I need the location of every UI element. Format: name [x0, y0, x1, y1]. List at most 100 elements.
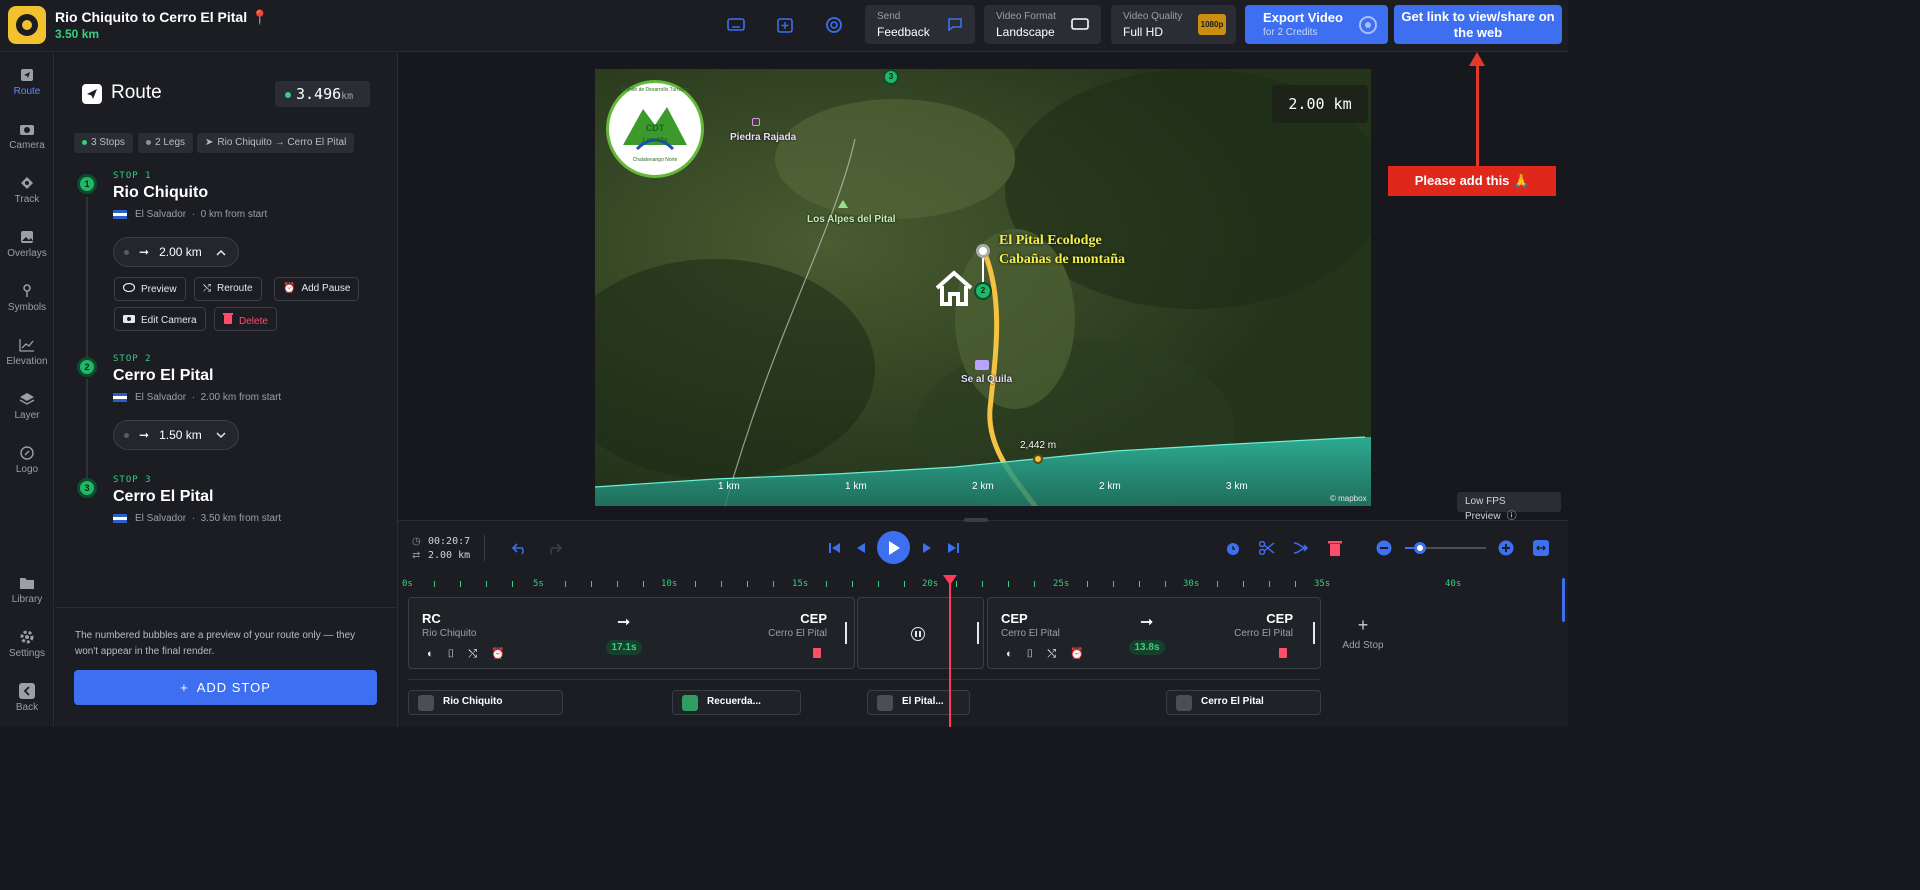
nav-elevation[interactable]: Elevation — [0, 336, 54, 367]
track-item-pin[interactable]: Cerro El Pital — [1166, 690, 1321, 715]
clip-resize-handle[interactable] — [845, 622, 847, 644]
nav-settings[interactable]: Settings — [0, 628, 54, 659]
zoom-slider-thumb[interactable] — [1414, 542, 1426, 554]
nav-camera[interactable]: Camera — [0, 120, 54, 151]
cdt-logo: Comité de Desarrollo Turístico CDT Las A… — [606, 80, 704, 178]
ruler-tick — [773, 581, 774, 587]
zoom-out-icon[interactable] — [1376, 540, 1392, 556]
nav-library[interactable]: Library — [0, 574, 54, 605]
zoom-in-icon[interactable] — [1498, 540, 1514, 556]
clip-from-name: Cerro El Pital — [1001, 628, 1060, 639]
nav-layer[interactable]: Layer — [0, 390, 54, 421]
vertical-scrollbar[interactable] — [1562, 578, 1565, 622]
ruler-tick — [695, 581, 696, 587]
hd-badge-icon: 1080p — [1198, 14, 1226, 35]
playhead-handle[interactable] — [943, 575, 957, 585]
nav-back[interactable]: Back — [0, 682, 54, 713]
current-time: 00:20:7 — [428, 536, 471, 547]
chip-legs: 2 Legs — [138, 133, 194, 153]
nav-overlays-label: Overlays — [7, 248, 47, 259]
step-back-icon[interactable] — [853, 540, 869, 556]
merge-route-icon[interactable] — [1293, 540, 1309, 556]
top-bar: Rio Chiquito to Cerro El Pital 📍 3.50 km… — [0, 0, 1568, 52]
pause-clip[interactable] — [857, 597, 984, 669]
play-button[interactable] — [877, 531, 910, 564]
clip-delete-icon[interactable] — [813, 648, 821, 658]
clip-tool-icons[interactable]: ◐⌷⤭⏰ — [427, 647, 519, 661]
leg-clip-2[interactable]: CEP Cerro El Pital ➞ 13.8s CEP Cerro El … — [987, 597, 1321, 669]
nav-route[interactable]: Route — [0, 66, 54, 97]
add-stop-button[interactable]: + ADD STOP — [74, 670, 377, 705]
ruler-tick — [1295, 581, 1296, 587]
fit-timeline-icon[interactable] — [1533, 540, 1549, 556]
mapbox-attribution[interactable]: © mapbox — [1330, 494, 1367, 503]
ruler-tick — [643, 581, 644, 587]
skip-start-icon[interactable] — [827, 540, 843, 556]
preview-screen-icon[interactable] — [725, 14, 747, 36]
clip-to-code: CEP — [1266, 611, 1293, 626]
add-pause-alarm-icon[interactable] — [1225, 540, 1241, 556]
edit-camera-button[interactable]: Edit Camera — [114, 307, 206, 331]
nav-track[interactable]: Track — [0, 174, 54, 205]
leg-clip-1[interactable]: RC Rio Chiquito ➞ 17.1s CEP Cerro El Pit… — [408, 597, 855, 669]
export-spinner-icon — [1359, 16, 1377, 34]
stop-3-name[interactable]: Cerro El Pital — [113, 488, 213, 506]
undo-icon[interactable] — [512, 540, 528, 556]
track-icon — [0, 174, 54, 192]
app-logo[interactable] — [8, 6, 46, 44]
ruler-label: 5s — [533, 579, 544, 589]
add-frame-icon[interactable] — [774, 14, 796, 36]
help-lifebuoy-icon[interactable] — [823, 14, 845, 36]
send-feedback-button[interactable]: Send Feedback — [865, 5, 975, 44]
resize-handle[interactable] — [964, 518, 988, 522]
map-pin-icon — [976, 244, 990, 258]
ruler-tick — [1113, 581, 1114, 587]
settings-icon — [0, 628, 54, 646]
clock-icon: ◷ — [412, 536, 421, 547]
scissors-icon[interactable] — [1259, 540, 1275, 556]
delete-button[interactable]: Delete — [214, 307, 277, 331]
add-pause-button[interactable]: ⏰ Add Pause — [274, 277, 360, 301]
ruler-tick — [565, 581, 566, 587]
nav-overlays[interactable]: Overlays — [0, 228, 54, 259]
ruler-tick — [1087, 581, 1088, 587]
nav-logo[interactable]: Logo — [0, 444, 54, 475]
nav-track-label: Track — [14, 194, 40, 205]
video-quality-select[interactable]: Video Quality Full HD 1080p — [1111, 5, 1236, 44]
timeline-add-stop[interactable]: + Add Stop — [1341, 616, 1385, 651]
clip-resize-handle[interactable] — [977, 622, 979, 644]
project-title[interactable]: Rio Chiquito to Cerro El Pital 📍 — [55, 9, 268, 26]
skip-end-icon[interactable] — [945, 540, 961, 556]
clip-to-code: CEP — [800, 611, 827, 626]
navigation-arrow-icon: ➤ — [205, 137, 214, 148]
redo-icon[interactable] — [546, 540, 562, 556]
preview-button[interactable]: Preview — [114, 277, 186, 301]
track-item-text[interactable]: Recuerda... — [672, 690, 801, 715]
playhead[interactable] — [949, 580, 951, 727]
elevation-icon — [0, 336, 54, 354]
nav-logo-label: Logo — [15, 464, 39, 475]
map-preview[interactable]: Comité de Desarrollo Turístico CDT Las A… — [595, 69, 1371, 506]
km-tick-label: 1 km — [845, 481, 867, 492]
clip-tool-icons[interactable]: ◐⌷⤭⏰ — [1006, 647, 1098, 661]
step-forward-icon[interactable] — [919, 540, 935, 556]
stop-2-name[interactable]: Cerro El Pital — [113, 367, 213, 385]
nav-layer-label: Layer — [14, 410, 40, 421]
export-video-button[interactable]: Export Video for 2 Credits — [1245, 5, 1388, 44]
track-item-pin[interactable]: Rio Chiquito — [408, 690, 563, 715]
clip-delete-icon[interactable] — [1279, 648, 1287, 658]
delete-icon[interactable] — [1327, 540, 1343, 556]
reroute-button[interactable]: ⤭ Reroute — [194, 277, 262, 301]
track-divider — [408, 679, 1321, 680]
nav-symbols[interactable]: Symbols — [0, 282, 54, 313]
stop-1-name[interactable]: Rio Chiquito — [113, 184, 208, 202]
nav-back-label: Back — [15, 702, 39, 713]
clip-resize-handle[interactable] — [1313, 622, 1315, 644]
leg-2-pill[interactable]: ➞ 1.50 km — [113, 420, 239, 450]
share-link-button[interactable]: Get link to view/share on the web — [1394, 5, 1562, 44]
video-format-select[interactable]: Video Format Landscape — [984, 5, 1101, 44]
ruler-label: 10s — [661, 579, 678, 589]
leg-1-pill[interactable]: ➞ 2.00 km — [113, 237, 239, 267]
low-fps-preview-toggle[interactable]: Low FPS Preview ⓘ — [1457, 492, 1561, 522]
track-item-pin[interactable]: El Pital... — [867, 690, 970, 715]
